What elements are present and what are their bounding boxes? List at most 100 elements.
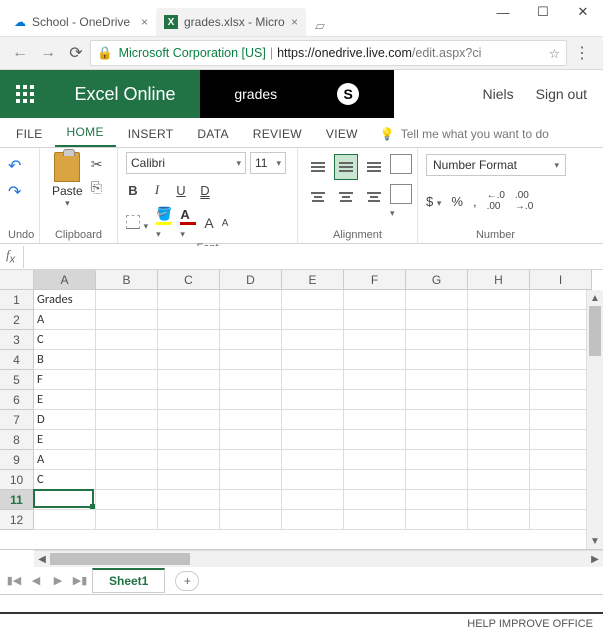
cell-A7[interactable]: D <box>34 410 96 430</box>
cell-F9[interactable] <box>344 450 406 470</box>
cell-I5[interactable] <box>530 370 592 390</box>
currency-button[interactable]: $ ▾ <box>426 194 441 209</box>
scroll-thumb[interactable] <box>589 306 601 356</box>
undo-button[interactable]: ↶ <box>8 156 21 176</box>
cell-H1[interactable] <box>468 290 530 310</box>
merge-button[interactable]: ▾ <box>390 184 414 210</box>
tab-view[interactable]: VIEW <box>314 121 370 147</box>
cell-H9[interactable] <box>468 450 530 470</box>
cell-D6[interactable] <box>220 390 282 410</box>
app-brand[interactable]: Excel Online <box>50 70 200 118</box>
scroll-left-button[interactable]: ◀ <box>34 554 50 565</box>
row-header-11[interactable]: 11 <box>0 490 34 510</box>
tell-me-search[interactable]: 💡 Tell me what you want to do <box>370 121 559 147</box>
browser-tab-onedrive[interactable]: ☁ School - OneDrive × <box>6 8 156 36</box>
user-name[interactable]: Niels <box>483 86 514 102</box>
cell-D1[interactable] <box>220 290 282 310</box>
cell-B4[interactable] <box>96 350 158 370</box>
window-maximize-button[interactable]: ☐ <box>523 0 563 24</box>
font-size-select[interactable]: 11▾ <box>250 152 286 174</box>
font-color-button[interactable]: A ▾ <box>180 207 196 240</box>
sheet-nav-last[interactable]: ▶▮ <box>70 574 90 587</box>
cell-B3[interactable] <box>96 330 158 350</box>
align-middle-button[interactable] <box>334 154 358 180</box>
cell-E2[interactable] <box>282 310 344 330</box>
cell-A9[interactable]: A <box>34 450 96 470</box>
cell-H5[interactable] <box>468 370 530 390</box>
column-header-I[interactable]: I <box>530 270 592 290</box>
fx-icon[interactable]: fx <box>4 247 23 266</box>
formula-input[interactable] <box>23 246 599 268</box>
cell-D5[interactable] <box>220 370 282 390</box>
cell-C4[interactable] <box>158 350 220 370</box>
document-title[interactable]: grades <box>234 86 277 102</box>
shrink-font-button[interactable]: A <box>222 218 229 229</box>
cell-H3[interactable] <box>468 330 530 350</box>
browser-tab-grades[interactable]: X grades.xlsx - Micro × <box>156 8 306 36</box>
cell-B6[interactable] <box>96 390 158 410</box>
cell-I3[interactable] <box>530 330 592 350</box>
cell-A11[interactable] <box>34 490 96 510</box>
cell-E9[interactable] <box>282 450 344 470</box>
cell-C12[interactable] <box>158 510 220 530</box>
cell-D8[interactable] <box>220 430 282 450</box>
borders-button[interactable]: ▾ <box>126 215 148 232</box>
cell-H8[interactable] <box>468 430 530 450</box>
row-header-9[interactable]: 9 <box>0 450 34 470</box>
cell-I12[interactable] <box>530 510 592 530</box>
tab-review[interactable]: REVIEW <box>241 121 314 147</box>
browser-menu-button[interactable]: ⋮ <box>567 43 597 63</box>
column-header-F[interactable]: F <box>344 270 406 290</box>
scroll-thumb[interactable] <box>50 553 190 565</box>
cell-D12[interactable] <box>220 510 282 530</box>
column-header-D[interactable]: D <box>220 270 282 290</box>
tab-insert[interactable]: INSERT <box>116 121 186 147</box>
cell-G9[interactable] <box>406 450 468 470</box>
reload-button[interactable]: ⟳ <box>62 43 90 63</box>
cell-F1[interactable] <box>344 290 406 310</box>
window-close-button[interactable]: ✕ <box>563 0 603 24</box>
app-launcher-button[interactable] <box>0 70 50 118</box>
cell-C7[interactable] <box>158 410 220 430</box>
cell-A8[interactable]: E <box>34 430 96 450</box>
align-center-button[interactable] <box>334 184 358 210</box>
double-underline-button[interactable]: D <box>198 183 212 198</box>
cell-E10[interactable] <box>282 470 344 490</box>
close-icon[interactable]: × <box>291 15 298 29</box>
row-header-3[interactable]: 3 <box>0 330 34 350</box>
tab-home[interactable]: HOME <box>55 119 116 147</box>
cell-G2[interactable] <box>406 310 468 330</box>
cell-A1[interactable]: Grades <box>34 290 96 310</box>
cell-C1[interactable] <box>158 290 220 310</box>
cell-G3[interactable] <box>406 330 468 350</box>
cell-G10[interactable] <box>406 470 468 490</box>
row-header-8[interactable]: 8 <box>0 430 34 450</box>
cell-F8[interactable] <box>344 430 406 450</box>
sheet-nav-first[interactable]: ▮◀ <box>4 574 24 587</box>
cell-C5[interactable] <box>158 370 220 390</box>
cell-H10[interactable] <box>468 470 530 490</box>
cell-D9[interactable] <box>220 450 282 470</box>
row-header-2[interactable]: 2 <box>0 310 34 330</box>
increase-decimal-button[interactable]: ←.0.00 <box>487 190 505 212</box>
underline-button[interactable]: U <box>174 183 188 198</box>
cell-G11[interactable] <box>406 490 468 510</box>
vertical-scrollbar[interactable]: ▲ ▼ <box>586 290 603 549</box>
cell-E5[interactable] <box>282 370 344 390</box>
cell-E6[interactable] <box>282 390 344 410</box>
cell-B11[interactable] <box>96 490 158 510</box>
row-header-4[interactable]: 4 <box>0 350 34 370</box>
align-right-button[interactable] <box>362 184 386 210</box>
cell-A12[interactable] <box>34 510 96 530</box>
cell-D3[interactable] <box>220 330 282 350</box>
column-header-H[interactable]: H <box>468 270 530 290</box>
cell-A4[interactable]: B <box>34 350 96 370</box>
cell-F10[interactable] <box>344 470 406 490</box>
cell-F12[interactable] <box>344 510 406 530</box>
row-header-6[interactable]: 6 <box>0 390 34 410</box>
cell-C3[interactable] <box>158 330 220 350</box>
row-header-10[interactable]: 10 <box>0 470 34 490</box>
cell-E3[interactable] <box>282 330 344 350</box>
add-sheet-button[interactable]: + <box>175 571 199 591</box>
cell-F7[interactable] <box>344 410 406 430</box>
